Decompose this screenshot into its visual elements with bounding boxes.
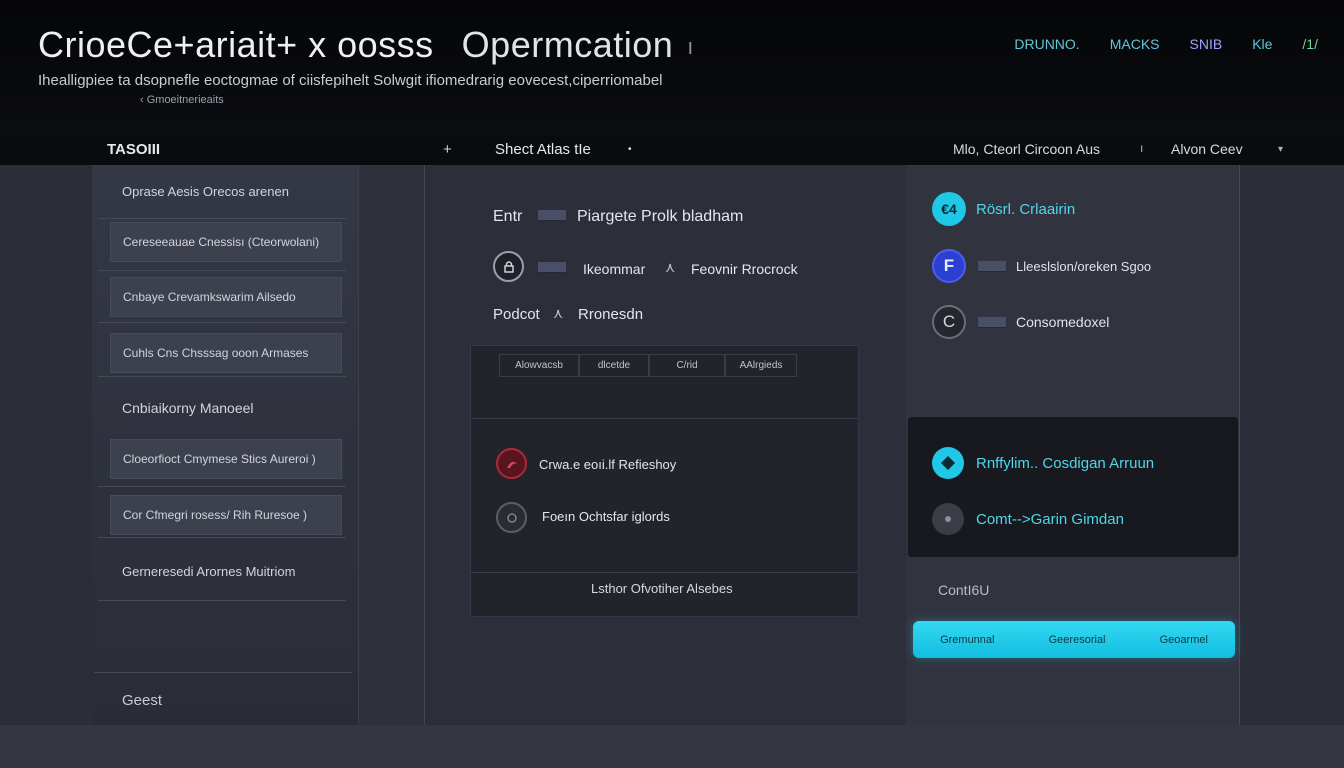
- row2-text-b[interactable]: Feovnir Rrocrock: [691, 261, 798, 277]
- app-title-secondary: Opermcation: [461, 24, 674, 65]
- list-item-2[interactable]: Foeın Ochtsfar iglords: [542, 509, 670, 524]
- sidebar-item-1[interactable]: Oprase Aesis Orecos arenen: [92, 179, 348, 203]
- dot-icon: [932, 503, 964, 535]
- chevron-down-icon[interactable]: ▾: [1278, 144, 1283, 155]
- footer-band: [0, 725, 1344, 768]
- guest-label[interactable]: Geest: [122, 692, 162, 709]
- dark-badge-icon: C: [932, 305, 966, 339]
- row3-label: Podcot: [493, 306, 540, 323]
- sidebar-divider: [98, 270, 346, 271]
- app-title-mark: ı: [687, 34, 694, 60]
- add-icon[interactable]: +: [443, 141, 452, 158]
- input-swatch[interactable]: [538, 210, 566, 221]
- content-panel: Alowvacsb dlcetde C/rid AAlrgieds Crwa.e…: [470, 345, 859, 617]
- dropdown-value[interactable]: Alvon Ceev: [1171, 141, 1243, 157]
- toolbar-center-label[interactable]: Shect Atlas tIe: [495, 141, 591, 158]
- top-nav-item-5[interactable]: /1/: [1302, 36, 1318, 52]
- card-item-1[interactable]: Rnffylim.. Cosdigan Arruun: [932, 447, 1154, 479]
- panel-footer[interactable]: Lsthor Ofvotiher Alsebes: [591, 581, 733, 596]
- input-swatch[interactable]: [538, 262, 566, 273]
- right-item-1[interactable]: €4 Rösrl. Crlaairin: [932, 192, 1075, 226]
- highlight-card: Rnffylim.. Cosdigan Arruun Comt-->Garin …: [908, 417, 1238, 557]
- sidebar-divider: [98, 322, 346, 323]
- right-item-label: Lleeslslon/oreken Sgoo: [1016, 258, 1152, 274]
- caret-up-icon: ⋏: [553, 305, 564, 321]
- right-item-label: Consomedoxel: [1016, 314, 1110, 330]
- toolbar-separator: ı: [1140, 141, 1144, 155]
- tab-1[interactable]: Alowvacsb: [499, 354, 579, 377]
- panel-divider: [471, 418, 858, 419]
- top-nav-item-4[interactable]: Kle: [1252, 36, 1272, 52]
- tab-4[interactable]: AAlrgieds: [725, 354, 797, 377]
- row2-text-a: Ikeommar: [583, 261, 646, 277]
- right-item-label: Rösrl. Crlaairin: [976, 200, 1076, 218]
- sidebar-divider: [98, 376, 346, 377]
- toolbar: TASOIII + Shect Atlas tIe • Mlo, Cteorl …: [0, 135, 1344, 165]
- top-nav: DRUNNO. MACKS SNIB Kle /1/: [1014, 36, 1318, 52]
- gutter: [358, 165, 425, 725]
- diamond-icon: [932, 447, 964, 479]
- sidebar-item-7[interactable]: Cor Cfmegri rosess/ Rih Ruresoe ): [110, 495, 342, 535]
- section-label: ContI6U: [938, 582, 990, 598]
- sidebar-item-3[interactable]: Cnbaye Crevamkswarim Ailsedo: [110, 277, 342, 317]
- toolbar-right-label[interactable]: Mlo, Cteorl Circoon Aus: [953, 141, 1100, 157]
- sidebar-divider: [98, 218, 346, 219]
- sidebar-divider: [94, 672, 352, 673]
- row1-text[interactable]: Piargete Prolk bladham: [577, 208, 743, 226]
- top-nav-item-1[interactable]: DRUNNO.: [1014, 36, 1079, 52]
- app-subnote: ‹ Gmoeitnerieaits: [140, 94, 224, 106]
- toolbar-dot-icon: •: [628, 144, 632, 155]
- sidebar-item-4[interactable]: Cuhls Cns Chsssag ooon Armases: [110, 333, 342, 373]
- card-item-2[interactable]: Comt-->Garin Gimdan: [932, 503, 1124, 535]
- sidebar-item-8[interactable]: Gerneresedi Arornes Muitriom: [92, 559, 348, 583]
- input-swatch: [978, 316, 1006, 328]
- top-nav-item-3[interactable]: SNIB: [1190, 36, 1223, 52]
- lock-icon[interactable]: [493, 251, 524, 282]
- caret-up-icon: ⋏: [665, 259, 676, 275]
- teal-badge-icon: €4: [932, 192, 966, 226]
- sidebar-divider: [98, 537, 346, 538]
- sidebar-item-5[interactable]: Cnbiaikorny Manoeel: [92, 395, 348, 421]
- app-title-primary: CrioeCe+ariait+ x oosss: [38, 24, 434, 65]
- card-item-label: Rnffylim.. Cosdigan Arruun: [976, 454, 1155, 472]
- right-item-3[interactable]: C Consomedoxel: [932, 305, 1109, 339]
- right-panel: €4 Rösrl. Crlaairin F Lleeslslon/oreken …: [906, 165, 1240, 725]
- tab-2[interactable]: dlcetde: [579, 354, 649, 377]
- sidebar-item-2[interactable]: Cereseeauae Cnessisı (Cteorwolani): [110, 222, 342, 262]
- sidebar-divider: [98, 486, 346, 487]
- row1-label: Entr: [493, 208, 523, 225]
- right-item-2[interactable]: F Lleeslslon/oreken Sgoo: [932, 249, 1151, 283]
- blue-badge-icon: F: [932, 249, 966, 283]
- list-item-1[interactable]: Crwa.e eoıi.lf Refieshoy: [539, 457, 676, 472]
- app-title: CrioeCe+ariait+ x oosss Opermcation ı: [38, 24, 694, 66]
- action-bar[interactable]: Gremunnal Geeresorial Geoarmel: [913, 621, 1235, 658]
- panel-divider: [471, 572, 858, 573]
- action-bar-label-2[interactable]: Geeresorial: [1049, 634, 1106, 646]
- toolbar-section-label: TASOIII: [107, 141, 161, 158]
- sidebar-divider: [98, 600, 346, 601]
- red-emblem-icon: [496, 448, 527, 479]
- action-bar-label-3[interactable]: Geoarmel: [1160, 634, 1208, 646]
- app-subtitle: Ihealligpiee ta dsopnefle eoctogmae of c…: [38, 72, 663, 89]
- gray-circle-icon: [496, 502, 527, 533]
- app-header: CrioeCe+ariait+ x oosss Opermcation ı Ihea…: [0, 0, 1344, 135]
- sidebar: Oprase Aesis Orecos arenen Cereseeauae C…: [92, 165, 358, 725]
- sidebar-item-6[interactable]: Cloeorfioct Cmymese Stics Aureroi ): [110, 439, 342, 479]
- top-nav-item-2[interactable]: MACKS: [1110, 36, 1160, 52]
- main-panel: Entr Piargete Prolk bladham Ikeommar ⋏ F…: [426, 165, 906, 725]
- tab-3[interactable]: C/rid: [649, 354, 725, 377]
- input-swatch: [978, 260, 1006, 272]
- card-item-label: Comt-->Garin Gimdan: [976, 510, 1124, 528]
- row3-text[interactable]: Rronesdn: [578, 306, 643, 323]
- action-bar-label-1[interactable]: Gremunnal: [940, 634, 994, 646]
